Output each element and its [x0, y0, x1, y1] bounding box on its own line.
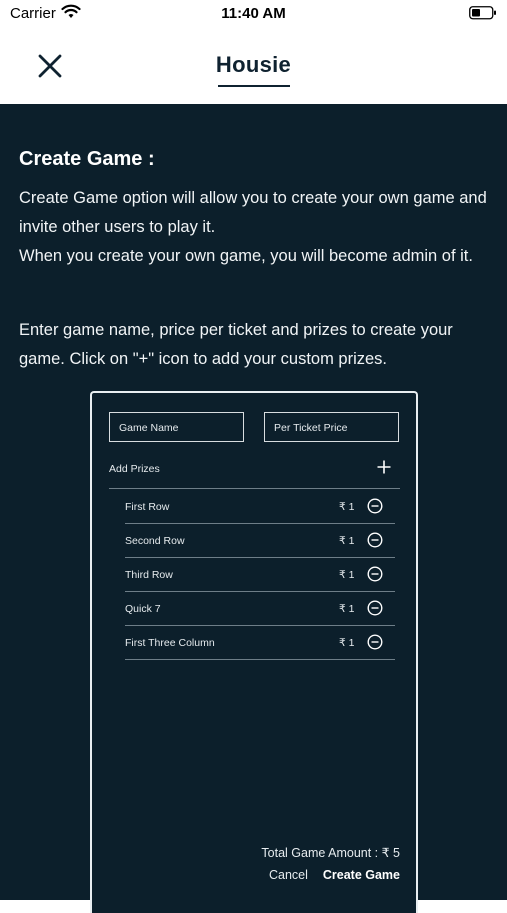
description-paragraph-3: Enter game name, price per ticket and pr… — [19, 321, 453, 368]
status-time: 11:40 AM — [221, 5, 286, 22]
description-paragraph-2: When you create your own game, you will … — [19, 247, 473, 265]
prize-label: Quick 7 — [125, 603, 161, 615]
prize-row: First Three Column ₹ 1 — [125, 626, 395, 660]
prize-row: Quick 7 ₹ 1 — [125, 592, 395, 626]
prize-label: Second Row — [125, 535, 185, 547]
total-amount: Total Game Amount : ₹ 5 — [261, 846, 400, 860]
prize-amount: ₹ 1 — [339, 637, 355, 649]
create-game-button: Create Game — [322, 868, 400, 882]
minus-circle-icon — [367, 498, 383, 514]
nav-bar: Housie — [0, 28, 507, 104]
section-heading: Create Game : — [19, 148, 155, 170]
prize-amount: ₹ 1 — [339, 569, 355, 581]
prizes-divider — [109, 488, 400, 489]
ticket-price-field: Per Ticket Price — [264, 412, 399, 442]
prize-amount: ₹ 1 — [339, 535, 355, 547]
add-prizes-label: Add Prizes — [109, 463, 160, 475]
prize-list: First Row ₹ 1 Second Row ₹ 1 Third Row ₹… — [125, 490, 395, 660]
cancel-button: Cancel — [269, 868, 308, 882]
prize-amount: ₹ 1 — [339, 501, 355, 513]
page-title: Housie — [215, 52, 292, 77]
status-bar: Carrier 11:40 AM — [0, 0, 507, 28]
title-underline — [218, 85, 290, 87]
battery-icon — [469, 6, 497, 25]
description-paragraph-1: Create Game option will allow you to cre… — [19, 189, 487, 236]
plus-icon — [376, 459, 392, 475]
prize-row: Second Row ₹ 1 — [125, 524, 395, 558]
help-content: Create Game : Create Game option will al… — [0, 104, 507, 913]
minus-circle-icon — [367, 532, 383, 548]
prize-label: First Three Column — [125, 637, 215, 649]
prize-label: Third Row — [125, 569, 173, 581]
prize-row: First Row ₹ 1 — [125, 490, 395, 524]
minus-circle-icon — [367, 566, 383, 582]
prize-label: First Row — [125, 501, 170, 513]
create-game-illustration: Game Name Per Ticket Price Add Prizes Fi… — [90, 391, 418, 913]
minus-circle-icon — [367, 600, 383, 616]
prize-row: Third Row ₹ 1 — [125, 558, 395, 592]
minus-circle-icon — [367, 634, 383, 650]
game-name-field: Game Name — [109, 412, 244, 442]
prize-amount: ₹ 1 — [339, 603, 355, 615]
